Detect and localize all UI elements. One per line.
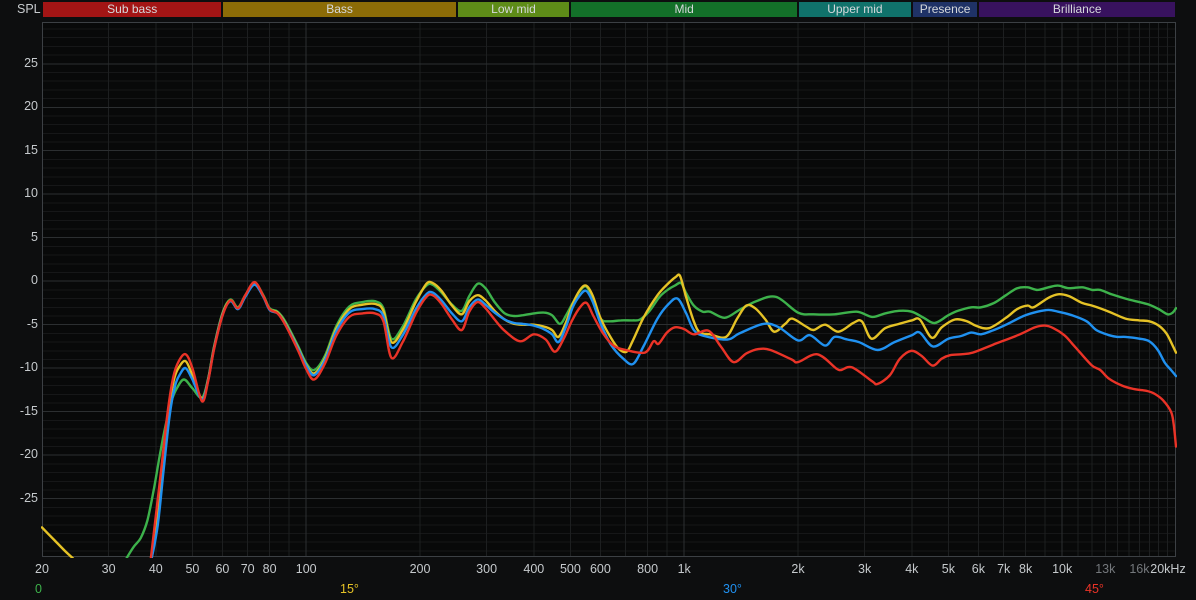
frequency-response-chart: SPL Sub bass Bass Low mid Mid Upper mid Prese… (0, 0, 1196, 600)
x-tick-8k: 8k (1018, 562, 1033, 576)
y-tick-10: 10 (24, 186, 38, 201)
band-presence: Presence (912, 2, 978, 17)
x-tick-500: 500 (559, 562, 581, 576)
x-tick-50: 50 (185, 562, 200, 576)
band-brilliance: Brilliance (979, 2, 1175, 17)
band-upper-mid: Upper mid (799, 2, 911, 17)
x-tick-1k: 1k (677, 562, 691, 576)
y-tick-0: 0 (31, 273, 38, 288)
x-tick-6k: 6k (971, 562, 985, 576)
x-tick-60: 60 (215, 562, 230, 576)
band-mid: Mid (571, 2, 797, 17)
x-tick-80: 80 (262, 562, 277, 576)
y-tick-20: 20 (24, 99, 38, 114)
x-tick-600: 600 (589, 562, 611, 576)
y-tick--25: -25 (19, 490, 38, 505)
y-tick-5: 5 (31, 229, 38, 244)
spl-plot-area[interactable] (0, 0, 1196, 600)
legend-item-0[interactable]: 0 (35, 582, 42, 596)
y-tick--15: -15 (19, 403, 38, 418)
x-tick-100: 100 (295, 562, 317, 576)
legend-item-30deg[interactable]: 30° (723, 582, 742, 596)
x-tick-16k: 16k (1129, 562, 1150, 576)
x-tick-800: 800 (637, 562, 659, 576)
x-tick-13k: 13k (1095, 562, 1116, 576)
x-tick-20khz: 20kHz (1150, 562, 1186, 576)
x-tick-70: 70 (240, 562, 255, 576)
x-tick-20: 20 (35, 562, 49, 576)
y-tick-25: 25 (24, 55, 38, 70)
x-tick-7k: 7k (997, 562, 1011, 576)
x-tick-3k: 3k (857, 562, 872, 576)
frequency-band-banner: Sub bass Bass Low mid Mid Upper mid Presence B… (0, 2, 1196, 17)
legend-item-15deg[interactable]: 15° (340, 582, 359, 596)
x-tick-400: 400 (523, 562, 545, 576)
x-tick-300: 300 (476, 562, 498, 576)
y-tick-15: 15 (24, 142, 38, 157)
x-tick-200: 200 (409, 562, 431, 576)
band-bass: Bass (223, 2, 456, 17)
x-tick-4k: 4k (905, 562, 919, 576)
y-tick--20: -20 (19, 447, 38, 462)
x-tick-40: 40 (148, 562, 163, 576)
legend-item-45deg[interactable]: 45° (1085, 582, 1104, 596)
y-tick--10: -10 (19, 360, 38, 375)
band-sub-bass: Sub bass (43, 2, 222, 17)
band-low-mid: Low mid (457, 2, 570, 17)
x-tick-5k: 5k (941, 562, 955, 576)
y-tick--5: -5 (26, 316, 38, 331)
x-tick-10k: 10k (1052, 562, 1073, 576)
x-tick-30: 30 (101, 562, 116, 576)
x-tick-2k: 2k (791, 562, 805, 576)
